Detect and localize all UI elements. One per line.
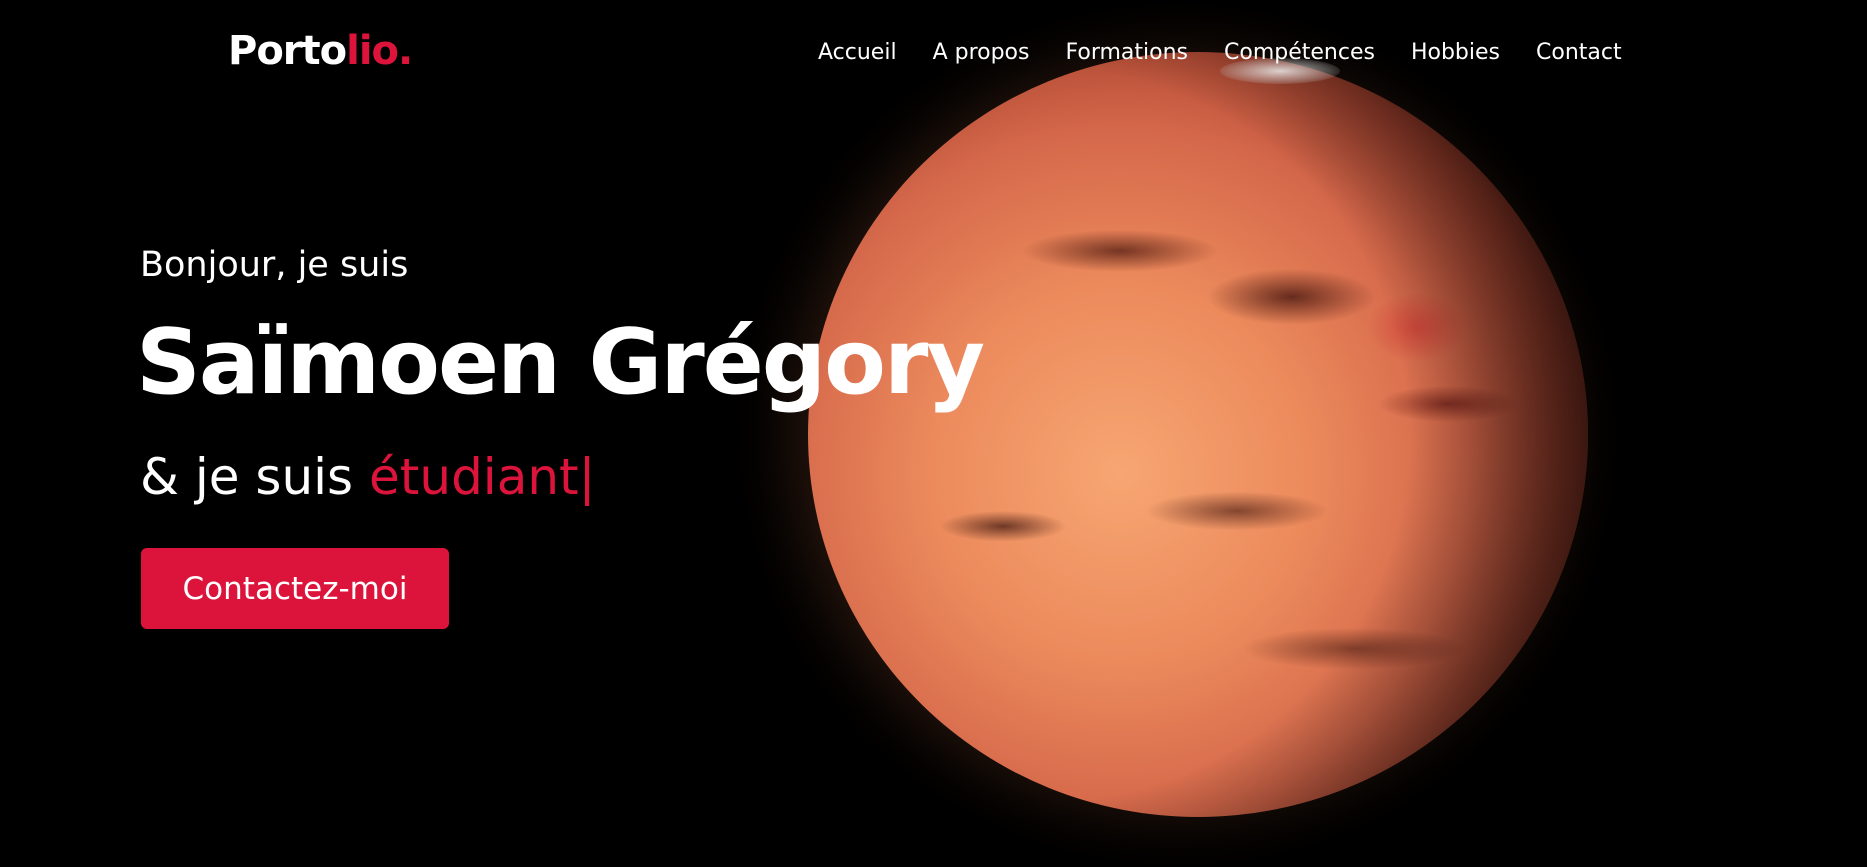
main-navigation: Accueil A propos Formations Compétences …: [818, 40, 1622, 65]
hero-greeting: Bonjour, je suis: [140, 245, 409, 285]
role-typed-text: étudiant: [369, 448, 579, 506]
hero-name-heading: Saïmoen Grégory: [136, 310, 985, 415]
nav-link-competences[interactable]: Compétences: [1224, 40, 1375, 65]
logo-text-accent: lio: [346, 28, 399, 74]
nav-link-contact[interactable]: Contact: [1536, 40, 1622, 65]
role-prefix: & je suis: [140, 448, 370, 506]
hero-page: Portolio. Accueil A propos Formations Co…: [0, 0, 1867, 867]
typing-cursor: |: [578, 448, 596, 506]
nav-link-hobbies[interactable]: Hobbies: [1411, 40, 1500, 65]
logo-text-main: Porto: [228, 28, 347, 74]
nav-link-a-propos[interactable]: A propos: [933, 40, 1030, 65]
nav-link-formations[interactable]: Formations: [1065, 40, 1188, 65]
planet-shadow-overlay: [808, 52, 1588, 817]
hero-role-line: & je suis étudiant|: [140, 448, 596, 506]
logo-dot: .: [398, 28, 413, 74]
contact-me-button[interactable]: Contactez-moi: [141, 548, 449, 629]
site-logo[interactable]: Portolio.: [228, 28, 413, 74]
nav-link-accueil[interactable]: Accueil: [818, 40, 897, 65]
